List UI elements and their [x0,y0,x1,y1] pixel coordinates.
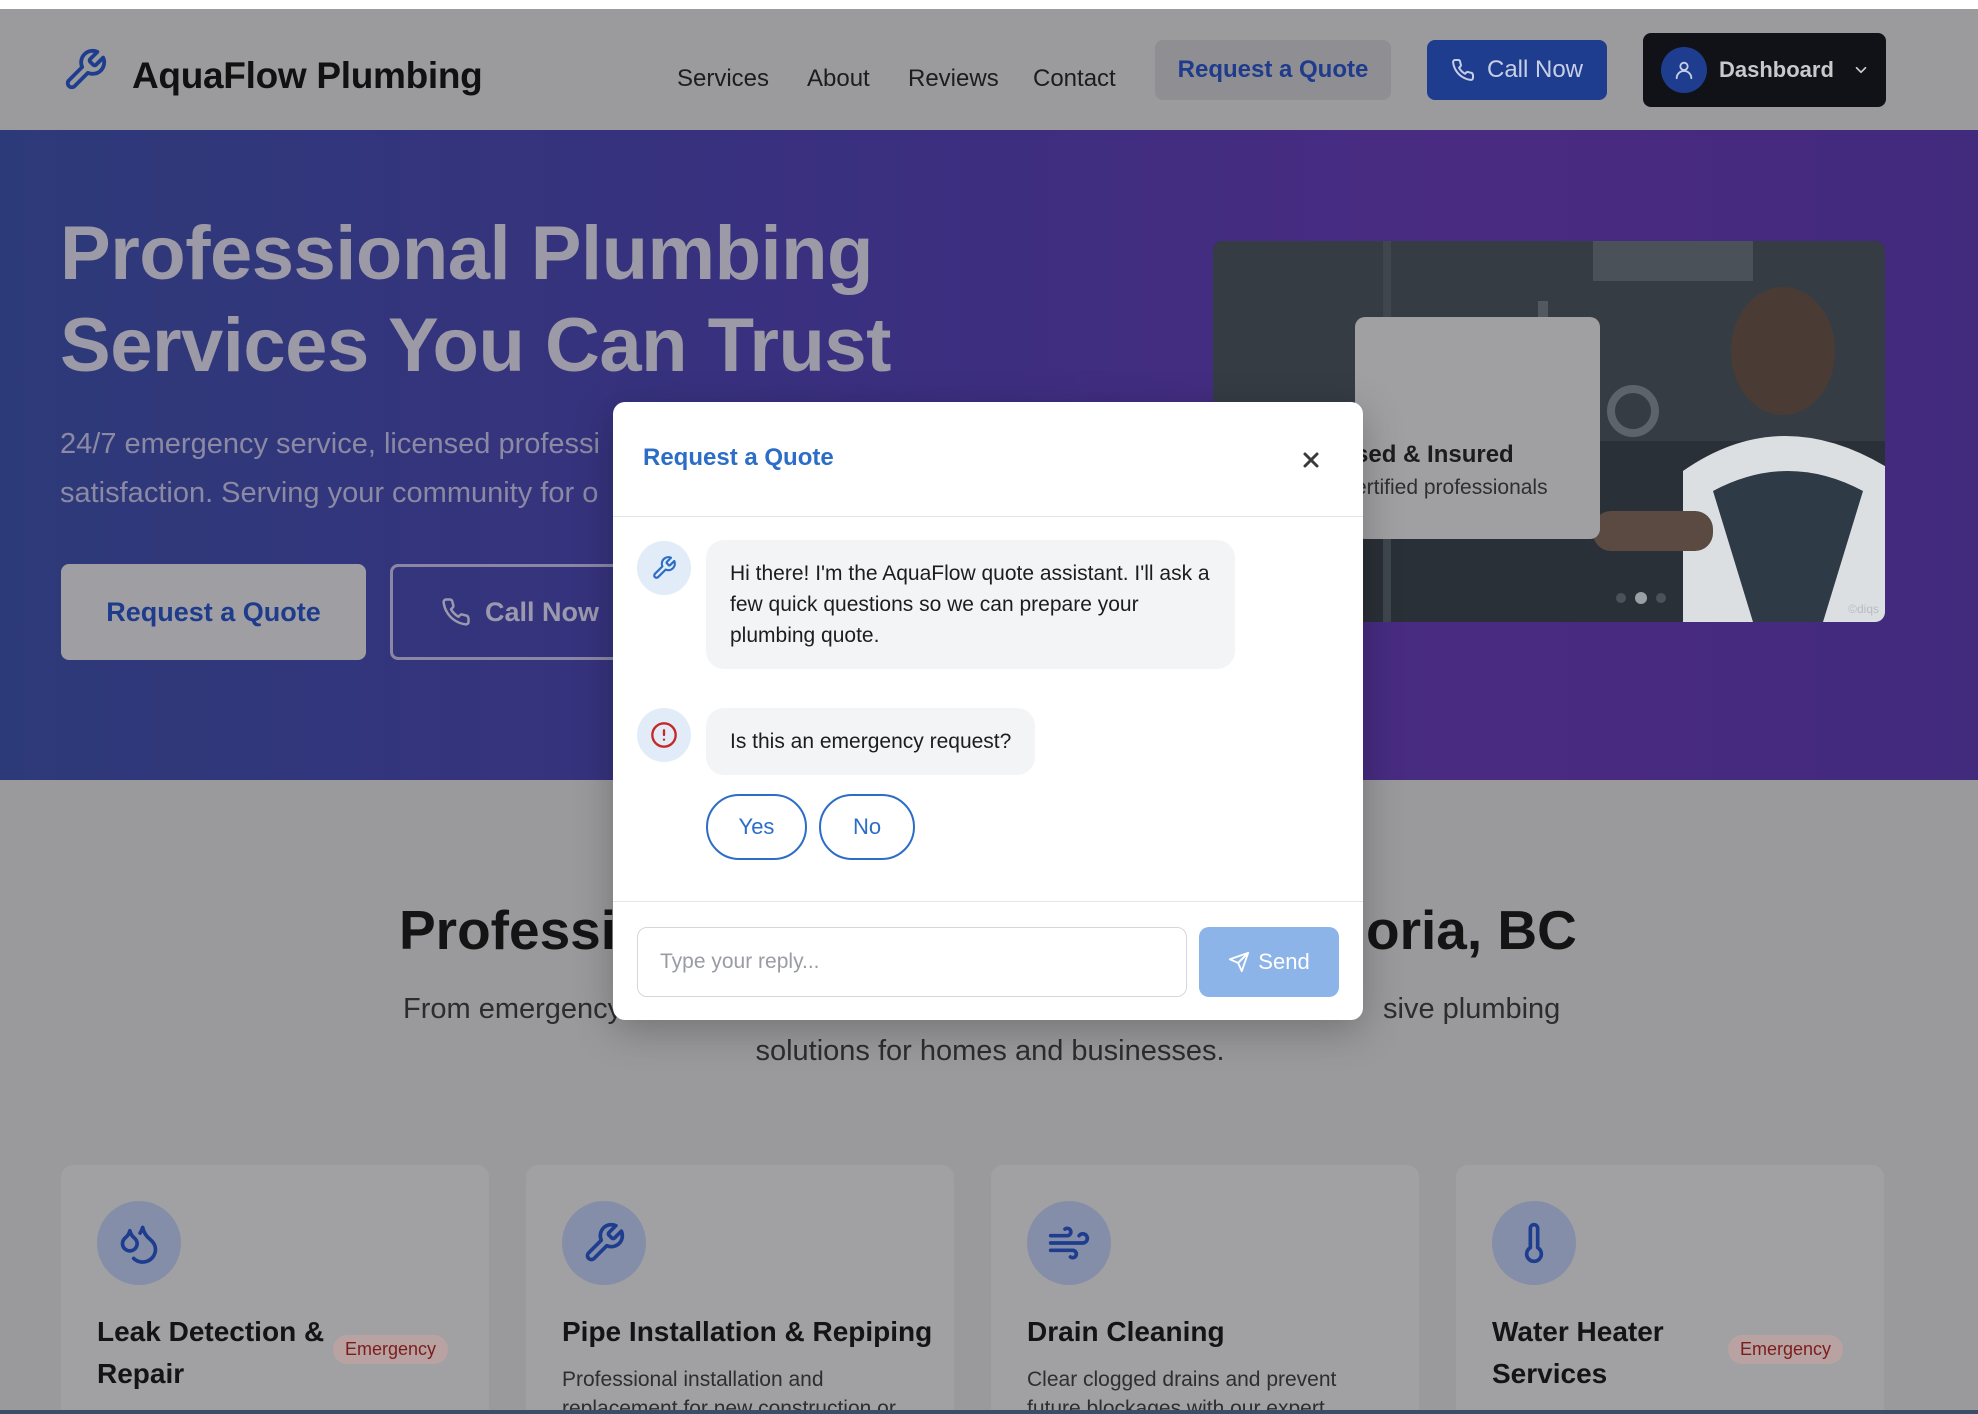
close-button[interactable] [1293,442,1329,478]
send-label: Send [1258,949,1310,974]
assistant-avatar [637,541,691,595]
modal-header: Request a Quote [613,402,1363,517]
send-button[interactable]: Send [1199,927,1339,997]
quote-modal: Request a Quote Hi there! I'm the AquaFl… [613,402,1363,1020]
assistant-message: Hi there! I'm the AquaFlow quote assista… [706,540,1235,669]
send-icon [1229,951,1250,973]
alert-circle-icon [651,722,677,748]
modal-title: Request a Quote [643,444,834,471]
modal-footer: Send [613,901,1363,1020]
answer-yes-button[interactable]: Yes [706,794,807,860]
assistant-avatar [637,708,691,762]
answer-no-button[interactable]: No [819,794,915,860]
assistant-question: Is this an emergency request? [706,708,1036,775]
close-icon [1303,452,1319,468]
wrench-icon [653,556,676,579]
reply-input[interactable] [637,927,1187,997]
